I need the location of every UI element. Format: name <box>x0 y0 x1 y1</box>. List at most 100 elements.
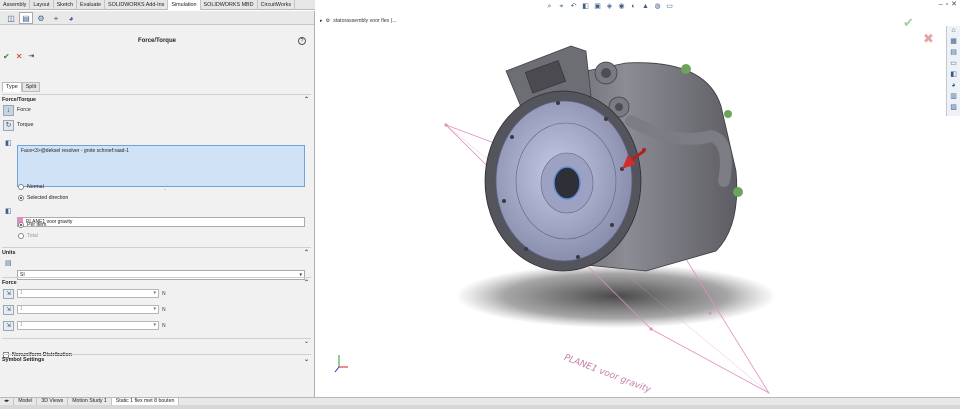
force-z-row: ⇲ 1 ▾ N <box>3 320 166 331</box>
plane-handle[interactable] <box>444 123 448 127</box>
graphics-area[interactable]: ▸ ⚙ statorassembly voor flex (... ✔ ✖ PL… <box>316 11 946 397</box>
pipe-bore <box>601 68 611 78</box>
force-y-row: ⇲ 1 ▾ N <box>3 304 166 315</box>
pin-icon[interactable]: ⇥ <box>28 52 34 61</box>
dimxpert-icon[interactable]: ⌖ <box>49 12 63 24</box>
collapse-icon[interactable]: ⌃ <box>304 279 309 286</box>
force-torque-section-header[interactable]: Force/Torque ⌃ <box>2 94 311 103</box>
tab-scroll-arrows-icon[interactable]: ◂▸ <box>0 398 15 405</box>
force-x-input[interactable]: 1 ▾ <box>17 289 159 298</box>
fixture-marker[interactable] <box>733 187 743 197</box>
command-tab[interactable]: Simulation <box>168 0 201 10</box>
plane-handle[interactable] <box>708 311 712 315</box>
tab-type[interactable]: Type <box>2 82 22 92</box>
total-radio[interactable]: Total <box>18 233 38 239</box>
zoom-area-icon[interactable]: ⌖ <box>557 2 566 11</box>
display-manager-icon[interactable]: ◕ <box>64 12 78 24</box>
scene-icon[interactable]: ▲ <box>641 2 650 11</box>
command-tab[interactable]: Assembly <box>0 0 31 10</box>
command-tab[interactable]: SOLIDWORKS Add-Ins <box>105 0 169 10</box>
force-unit: N <box>162 290 166 297</box>
view-orientation-icon[interactable]: ▣ <box>593 2 602 11</box>
selected-direction-radio[interactable]: Selected direction <box>18 195 68 201</box>
nonuniform-section-divider <box>2 338 311 341</box>
close-icon[interactable]: ✕ <box>951 0 957 9</box>
pm-action-buttons: ✔ ✕ ⇥ <box>3 52 34 61</box>
force-y-input[interactable]: 1 ▾ <box>17 305 159 314</box>
cancel-button[interactable]: ✕ <box>16 52 23 61</box>
restore-icon[interactable]: ▫ <box>946 0 948 9</box>
command-tab[interactable]: Layout <box>30 0 54 10</box>
force-option[interactable]: ↓ Force <box>3 104 31 116</box>
normal-radio[interactable]: Normal <box>18 184 44 190</box>
zoom-to-fit-icon[interactable]: ⌕ <box>545 2 554 11</box>
pipe-bore <box>615 103 623 111</box>
edit-appearance-icon[interactable]: ◐ <box>629 2 638 11</box>
previous-view-icon[interactable]: ↶ <box>569 2 578 11</box>
per-item-radio[interactable]: Per item <box>18 222 46 228</box>
command-tab[interactable]: Sketch <box>54 0 78 10</box>
force-label: Force <box>17 107 31 113</box>
force-section-header[interactable]: Force ⌃ <box>2 277 311 286</box>
page-title: Force/Torque <box>138 38 176 44</box>
home-icon[interactable]: ⌂ <box>947 26 960 36</box>
help-icon[interactable]: ? <box>298 37 306 45</box>
design-library-icon[interactable]: ▤ <box>947 48 960 58</box>
configuration-manager-icon[interactable]: ⚙ <box>34 12 48 24</box>
plane-handle[interactable] <box>649 327 653 331</box>
command-tab[interactable]: CircuitWorks <box>258 0 296 10</box>
command-tab[interactable]: Evaluate <box>77 0 106 10</box>
force-y-value: 1 <box>20 306 23 312</box>
collapse-icon[interactable]: ⌃ <box>304 249 309 256</box>
radio-label: Selected direction <box>27 195 69 201</box>
appearances-icon[interactable]: ◕ <box>947 81 960 91</box>
bottom-tab[interactable]: Static 1 flex met 8 bouten <box>111 398 180 405</box>
section-view-icon[interactable]: ◧ <box>581 2 590 11</box>
forum-icon[interactable]: ▨ <box>947 103 960 113</box>
force-y-icon[interactable]: ⇲ <box>3 304 14 315</box>
collapse-icon[interactable]: ⌃ <box>304 96 309 103</box>
force-z-icon[interactable]: ⇲ <box>3 320 14 331</box>
heads-up-view-toolbar: ⌕ ⌖ ↶ ◧ ▣ ◈ ◉ ◐ ▲ ◍ ▭ <box>545 1 674 11</box>
section-title: Units <box>2 250 16 256</box>
ok-button[interactable]: ✔ <box>3 52 10 61</box>
radio-label: Total <box>27 233 38 239</box>
torque-option[interactable]: ↻ Torque <box>3 119 33 131</box>
chevron-down-icon: ▾ <box>153 322 156 328</box>
file-explorer-icon[interactable]: ▭ <box>947 59 960 69</box>
force-x-value: 1 <box>20 290 23 296</box>
units-section-header[interactable]: Units ⌃ <box>2 247 311 256</box>
tab-split[interactable]: Split <box>21 82 41 92</box>
view-settings-icon[interactable]: ◍ <box>653 2 662 11</box>
view-triad[interactable] <box>334 355 348 373</box>
radio-dot <box>18 222 24 228</box>
model-viewport <box>334 45 776 395</box>
resize-grip-icon[interactable]: ◦ <box>164 187 166 193</box>
direction-reference-field[interactable]: PLANE1 voor gravity <box>17 217 305 227</box>
entity-selection-box[interactable]: Face<3>@deksel resolver - grote schroef:… <box>17 145 305 187</box>
force-x-icon[interactable]: ⇲ <box>3 288 14 299</box>
view-palette-icon[interactable]: ◧ <box>947 70 960 80</box>
minimize-icon[interactable]: – <box>939 0 943 9</box>
feature-manager-tabs: ◫ ▤ ⚙ ⌖ ◕ <box>0 11 314 25</box>
custom-properties-icon[interactable]: ▥ <box>947 92 960 102</box>
task-pane: ⌂ ▦ ▤ ▭ ◧ ◕ ▥ ▨ <box>946 26 960 116</box>
resources-icon[interactable]: ▦ <box>947 37 960 47</box>
expand-icon[interactable]: ⌄ <box>304 356 309 363</box>
bottom-tab[interactable]: 3D Views <box>37 398 69 405</box>
command-tab[interactable]: SOLIDWORKS MBD <box>201 0 258 10</box>
shaft-bore[interactable] <box>553 166 581 200</box>
units-icon: ▤ <box>5 260 12 267</box>
hide-show-icon[interactable]: ◉ <box>617 2 626 11</box>
fixture-marker[interactable] <box>681 64 691 74</box>
expand-icon[interactable]: ⌄ <box>304 338 309 345</box>
feature-tree-icon[interactable]: ◫ <box>4 12 18 24</box>
fixture-marker[interactable] <box>724 110 732 118</box>
bottom-tab[interactable]: Motion Study 1 <box>68 398 112 405</box>
symbol-settings-header[interactable]: Symbol Settings ⌄ <box>2 354 311 363</box>
property-manager-icon[interactable]: ▤ <box>19 11 33 24</box>
display-icon[interactable]: ▭ <box>665 2 674 11</box>
force-z-input[interactable]: 1 ▾ <box>17 321 159 330</box>
display-style-icon[interactable]: ◈ <box>605 2 614 11</box>
bottom-tab[interactable]: Model <box>14 398 38 405</box>
